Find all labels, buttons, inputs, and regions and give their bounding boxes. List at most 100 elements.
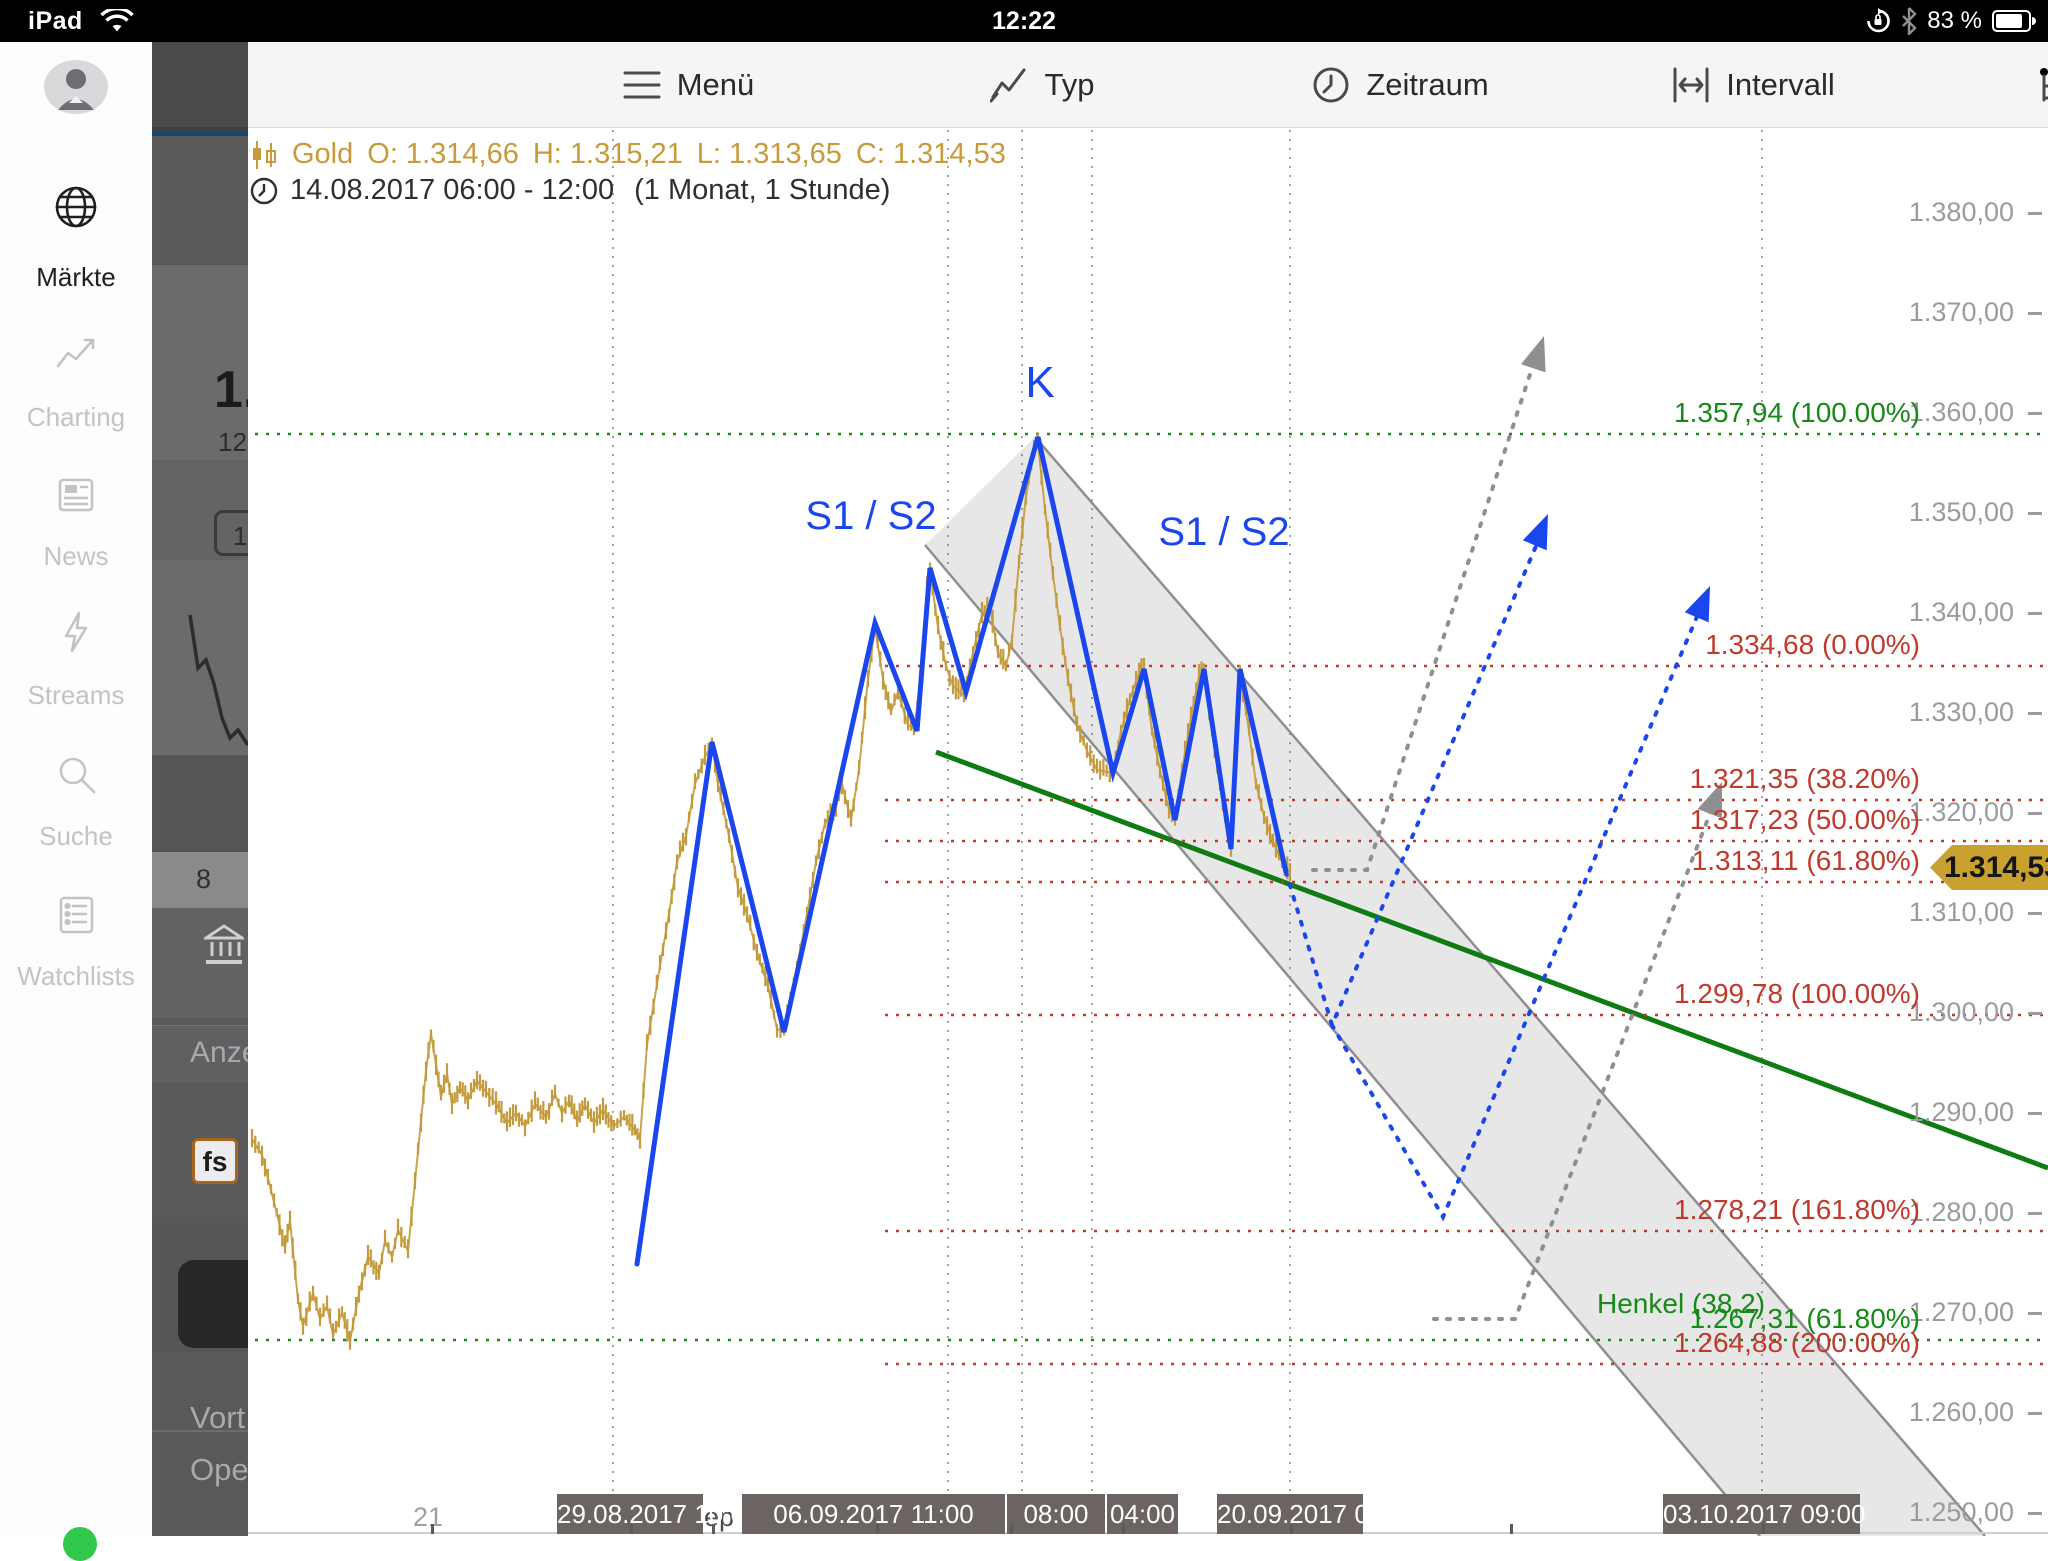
projection-blue-1 (1286, 532, 1542, 1025)
y-axis-tick (2028, 512, 2042, 515)
annotation-s1s2-left: S1 / S2 (771, 494, 971, 539)
partial-toggle-button: 1 (214, 510, 248, 556)
partial-open-label: Ope (190, 1452, 248, 1488)
hamburger-icon (622, 65, 662, 105)
news-icon (53, 471, 99, 517)
clock-icon (250, 177, 278, 205)
gold-price-line (252, 444, 1290, 1341)
toolbar-item-intervall[interactable]: Intervall (1633, 42, 1873, 127)
toolbar-item-zeitraum[interactable]: Zeitraum (1280, 42, 1520, 127)
interval-icon (1671, 65, 1711, 105)
partial-anzeige-label: Anze (190, 1036, 248, 1070)
partial-row-number: 8 (196, 864, 211, 895)
objects-icon (2035, 65, 2048, 105)
y-axis-label: 1.370,00 (1880, 297, 2014, 328)
legend-range: 14.08.2017 06:00 - 12:00 (290, 174, 614, 207)
avatar[interactable] (0, 58, 152, 118)
bluetooth-icon (1901, 7, 1917, 35)
background-gap (152, 755, 248, 852)
legend-high: H: 1.315,21 (533, 138, 683, 171)
projection-gray-1 (1313, 350, 1538, 870)
gold-price-bars (252, 432, 1290, 1350)
sidebar-item-streams[interactable]: Streams (0, 609, 152, 716)
fib-level-label: 1.299,78 (100.00%) (1674, 978, 1920, 1010)
rotation-lock-icon (1865, 8, 1891, 34)
search-icon (53, 751, 99, 797)
arrowhead-icon (1521, 336, 1546, 372)
background-row-8: 8 (152, 852, 248, 908)
x-axis-tick (1122, 1524, 1125, 1534)
fib-level-label: 1.278,21 (161.80%) (1674, 1194, 1920, 1226)
y-axis-tick (2028, 212, 2042, 215)
background-sparkline-block (152, 560, 248, 755)
x-axis-tick (1762, 1524, 1765, 1534)
partial-dark-button (178, 1260, 248, 1348)
legend-granularity: (1 Monat, 1 Stunde) (634, 174, 890, 207)
legend-close: C: 1.314,53 (856, 138, 1006, 171)
sidebar-item-suche[interactable]: Suche (0, 751, 152, 857)
legend-low: L: 1.313,65 (697, 138, 842, 171)
y-axis-label: 1.250,00 (1880, 1497, 2014, 1528)
projection-blue-2 (1332, 600, 1704, 1217)
annotation-k-label: K (1014, 358, 1066, 408)
y-axis-tick (2028, 1012, 2042, 1015)
x-axis-tick (712, 1524, 715, 1534)
arrowhead-icon (1685, 586, 1710, 622)
sidebar-item-label: Märkte (0, 262, 152, 293)
sidebar-item-maerkte[interactable]: Märkte (0, 184, 152, 298)
timeframe-legend: 14.08.2017 06:00 - 12:00 (1 Monat, 1 Stu… (250, 174, 890, 207)
sidebar-item-label: Charting (0, 402, 152, 433)
partial-quote-value: 1. (214, 360, 248, 420)
toolbar-item-menu[interactable]: Menü (568, 42, 808, 127)
sidebar-item-label: Suche (0, 821, 152, 852)
background-open-row: Ope (152, 1432, 248, 1536)
avatar-icon (43, 58, 109, 116)
y-axis-tick (2028, 812, 2042, 815)
background-vortag-row: Vort (152, 1352, 248, 1430)
x-axis-tick (876, 1524, 879, 1534)
background-button-row: 1 (152, 460, 248, 560)
toolbar-item-typ[interactable]: Typ (922, 42, 1162, 127)
x-axis-month-label: 21 (413, 1502, 443, 1533)
y-axis-tick (2028, 612, 2042, 615)
background-panel-toolbar (152, 42, 248, 127)
battery-icon (1992, 9, 2036, 33)
y-axis-tick (2028, 312, 2042, 315)
trend-channel-lower-edge (925, 545, 1760, 1536)
sidebar-item-label: Watchlists (0, 961, 152, 992)
fib-level-label: 1.313,11 (61.80%) (1692, 845, 1920, 877)
x-axis-tick (1290, 1524, 1293, 1534)
bank-icon (204, 924, 244, 966)
y-axis-tick (2028, 712, 2042, 715)
ohlc-legend: Gold O: 1.314,66 H: 1.315,21 L: 1.313,65… (250, 138, 1006, 171)
fs-logo: fs (192, 1138, 238, 1184)
background-fs-row: fs P (152, 1083, 248, 1223)
sidebar-item-charting[interactable]: Charting (0, 332, 152, 438)
chart-type-icon (990, 65, 1030, 105)
y-axis-label: 1.350,00 (1880, 497, 2014, 528)
legend-symbol: Gold (292, 138, 353, 171)
y-axis-tick (2028, 1112, 2042, 1115)
accent-line (152, 132, 248, 136)
background-quote-block: 1. 12 (152, 265, 248, 460)
last-price-badge: 1.314,53 (1930, 845, 2048, 890)
toolbar-item-objekte[interactable]: Objekte (1996, 42, 2048, 127)
elliott-wave-zigzag (637, 437, 1286, 1264)
toolbar-item-label: Typ (1045, 67, 1095, 103)
sidebar-item-watchlists[interactable]: Watchlists (0, 891, 152, 997)
arrowhead-icon (1523, 514, 1548, 550)
fib-level-label: 1.317,23 (50.00%) (1690, 804, 1920, 836)
sparkline-icon (152, 560, 248, 755)
y-axis-label: 1.330,00 (1880, 697, 2014, 728)
sidebar-item-news[interactable]: News (0, 471, 152, 577)
clock-time: 12:22 (0, 7, 2048, 36)
y-axis-tick (2028, 1412, 2042, 1415)
fs-logo-label: fs (203, 1146, 228, 1177)
connection-status-dot (63, 1527, 97, 1561)
toolbar-item-label: Zeitraum (1366, 67, 1488, 103)
y-axis-tick (2028, 912, 2042, 915)
y-axis-label: 1.340,00 (1880, 597, 2014, 628)
legend-open: O: 1.314,66 (367, 138, 519, 171)
chart-line-icon (53, 332, 99, 378)
fib-level-label: 1.357,94 (100.00%) (1674, 397, 1920, 429)
